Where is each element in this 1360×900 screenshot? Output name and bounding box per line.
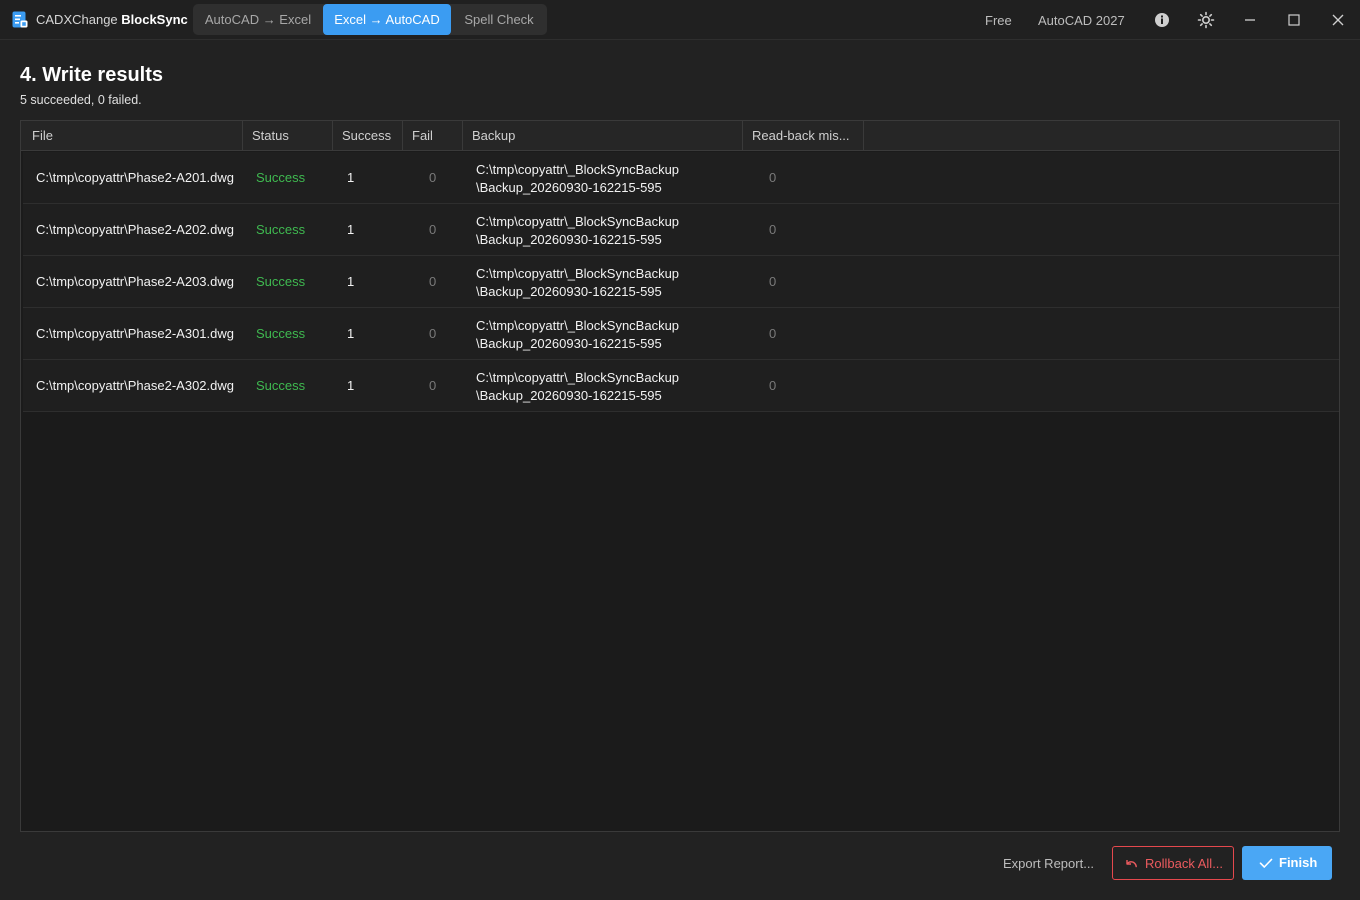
tab-excel-to-autocad[interactable]: Excel → AutoCAD xyxy=(323,4,451,35)
backup-path-line-1: C:\tmp\copyattr\_BlockSyncBackup xyxy=(476,370,680,385)
close-icon[interactable] xyxy=(1328,10,1348,30)
cell-file: C:\tmp\copyattr\Phase2-A202.dwg xyxy=(36,222,234,237)
backup-path-line-2: \Backup_20260930-162215-595 xyxy=(476,231,662,247)
theme-sun-icon[interactable] xyxy=(1196,10,1216,30)
cell-fail-count: 0 xyxy=(429,378,437,393)
title-bar: CADXChange BlockSync AutoCAD → Excel Exc… xyxy=(0,0,1360,40)
table-row[interactable]: C:\tmp\copyattr\Phase2-A301.dwg Success … xyxy=(23,308,1339,360)
results-table[interactable]: File Status Success Fail Backup Read-bac… xyxy=(20,120,1340,832)
app-name: CADXChange BlockSync xyxy=(36,12,188,27)
cell-status: Success xyxy=(256,378,306,393)
maximize-icon[interactable] xyxy=(1284,10,1304,30)
finish-button[interactable]: Finish xyxy=(1242,846,1332,880)
page-title: 4. Write results xyxy=(20,64,164,86)
license-label[interactable]: Free xyxy=(985,13,1012,28)
cell-file: C:\tmp\copyattr\Phase2-A301.dwg xyxy=(36,326,234,341)
cell-success-count: 1 xyxy=(347,222,355,237)
cell-status: Success xyxy=(256,326,306,341)
cell-fail-count: 0 xyxy=(429,274,437,289)
column-header-backup[interactable]: Backup xyxy=(463,121,743,151)
cell-fail-count: 0 xyxy=(429,326,437,341)
cell-backup-path: C:\tmp\copyattr\_BlockSyncBackup \Backup_… xyxy=(476,369,679,405)
table-row[interactable]: C:\tmp\copyattr\Phase2-A302.dwg Success … xyxy=(23,360,1339,412)
cell-success-count: 1 xyxy=(347,170,355,185)
autocad-version-label[interactable]: AutoCAD 2027 xyxy=(1038,13,1125,28)
table-row[interactable]: C:\tmp\copyattr\Phase2-A201.dwg Success … xyxy=(23,152,1339,204)
info-icon[interactable] xyxy=(1152,10,1172,30)
backup-path-line-1: C:\tmp\copyattr\_BlockSyncBackup xyxy=(476,214,680,229)
backup-path-line-2: \Backup_20260930-162215-595 xyxy=(476,283,662,299)
app-name-prefix: CADXChange xyxy=(36,12,118,27)
table-row[interactable]: C:\tmp\copyattr\Phase2-A203.dwg Success … xyxy=(23,256,1339,308)
rollback-all-button[interactable]: Rollback All... xyxy=(1112,846,1234,880)
cell-fail-count: 0 xyxy=(429,170,437,185)
cell-readback-mismatch: 0 xyxy=(769,378,777,393)
cell-backup-path: C:\tmp\copyattr\_BlockSyncBackup \Backup_… xyxy=(476,213,679,249)
backup-path-line-1: C:\tmp\copyattr\_BlockSyncBackup xyxy=(476,318,680,333)
backup-path-line-1: C:\tmp\copyattr\_BlockSyncBackup xyxy=(476,266,680,281)
export-report-button[interactable]: Export Report... xyxy=(1003,856,1094,871)
cell-file: C:\tmp\copyattr\Phase2-A203.dwg xyxy=(36,274,234,289)
minimize-icon[interactable] xyxy=(1240,10,1260,30)
backup-path-line-2: \Backup_20260930-162215-595 xyxy=(476,179,662,195)
cell-success-count: 1 xyxy=(347,378,355,393)
results-summary: 5 succeeded, 0 failed. xyxy=(20,93,142,107)
table-row[interactable]: C:\tmp\copyattr\Phase2-A202.dwg Success … xyxy=(23,204,1339,256)
cell-status: Success xyxy=(256,222,306,237)
mode-tabs: AutoCAD → Excel Excel → AutoCAD Spell Ch… xyxy=(193,4,547,35)
rollback-all-label: Rollback All... xyxy=(1145,856,1224,871)
tab-spell-check[interactable]: Spell Check xyxy=(451,4,547,35)
table-header: File Status Success Fail Backup Read-bac… xyxy=(21,121,1339,151)
column-header-success[interactable]: Success xyxy=(333,121,403,151)
app-logo-icon xyxy=(12,11,28,28)
backup-path-line-2: \Backup_20260930-162215-595 xyxy=(476,387,662,403)
column-header-file[interactable]: File xyxy=(23,121,243,151)
cell-status: Success xyxy=(256,170,306,185)
cell-readback-mismatch: 0 xyxy=(769,170,777,185)
column-header-readback-mismatch[interactable]: Read-back mis... xyxy=(743,121,864,151)
cell-file: C:\tmp\copyattr\Phase2-A201.dwg xyxy=(36,170,234,185)
cell-backup-path: C:\tmp\copyattr\_BlockSyncBackup \Backup_… xyxy=(476,161,679,197)
column-header-fail[interactable]: Fail xyxy=(403,121,463,151)
backup-path-line-2: \Backup_20260930-162215-595 xyxy=(476,335,662,351)
tab-autocad-to-excel[interactable]: AutoCAD → Excel xyxy=(193,4,323,35)
cell-success-count: 1 xyxy=(347,326,355,341)
cell-backup-path: C:\tmp\copyattr\_BlockSyncBackup \Backup_… xyxy=(476,265,679,301)
cell-readback-mismatch: 0 xyxy=(769,326,777,341)
app-name-bold: BlockSync xyxy=(121,12,188,27)
finish-label: Finish xyxy=(1279,855,1318,870)
cell-file: C:\tmp\copyattr\Phase2-A302.dwg xyxy=(36,378,234,393)
column-header-status[interactable]: Status xyxy=(243,121,333,151)
cell-backup-path: C:\tmp\copyattr\_BlockSyncBackup \Backup_… xyxy=(476,317,679,353)
cell-success-count: 1 xyxy=(347,274,355,289)
cell-status: Success xyxy=(256,274,306,289)
cell-fail-count: 0 xyxy=(429,222,437,237)
cell-readback-mismatch: 0 xyxy=(769,222,777,237)
cell-readback-mismatch: 0 xyxy=(769,274,777,289)
backup-path-line-1: C:\tmp\copyattr\_BlockSyncBackup xyxy=(476,162,680,177)
checkmark-icon xyxy=(1259,858,1273,868)
undo-icon xyxy=(1126,860,1137,868)
